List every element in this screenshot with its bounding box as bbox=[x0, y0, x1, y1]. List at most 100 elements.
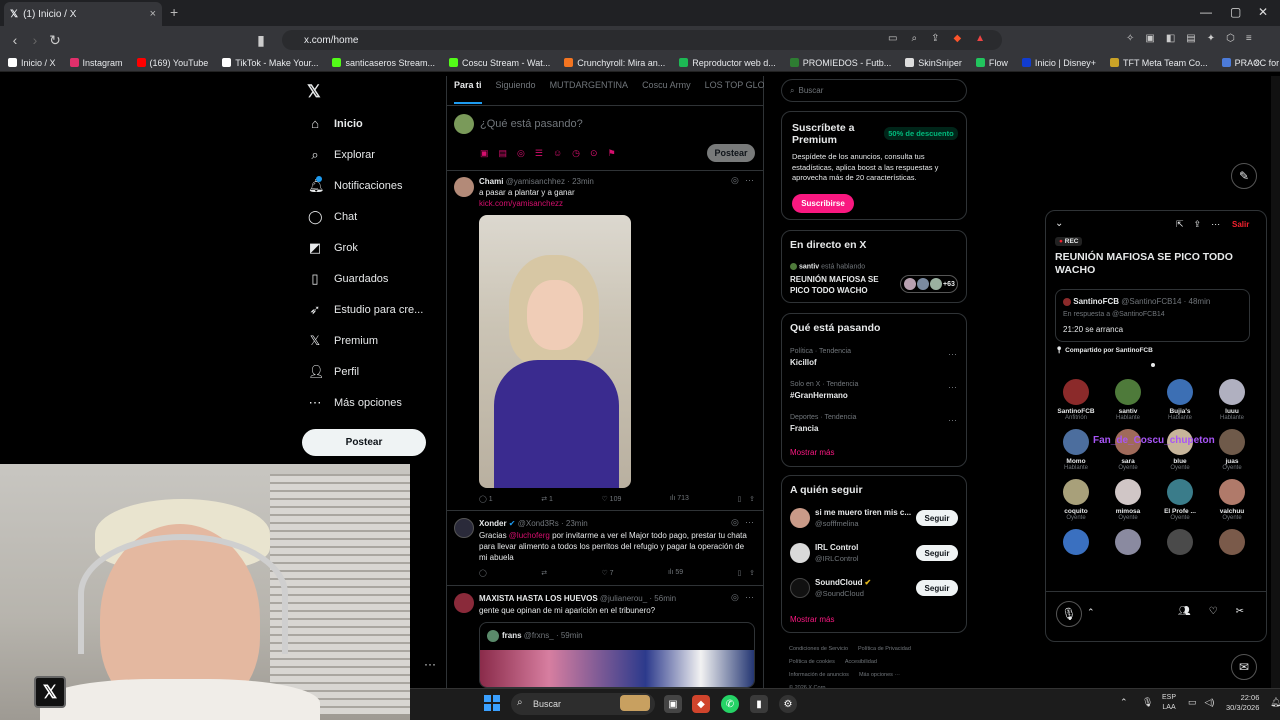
cast-icon[interactable]: ▭ bbox=[888, 33, 897, 44]
account-more-icon[interactable]: ··· bbox=[424, 657, 436, 671]
menu-icon[interactable]: ≡ bbox=[1246, 33, 1252, 44]
mic-icon[interactable]: 🎙︎ bbox=[1056, 601, 1082, 627]
nav-item-grok[interactable]: ◩ Grok bbox=[308, 240, 358, 256]
bookmark-item[interactable]: Reproductor web d... bbox=[679, 58, 776, 68]
language-indicator[interactable]: ESP LAA bbox=[1162, 693, 1176, 713]
tweet-author[interactable]: Xonder bbox=[479, 519, 507, 528]
emoji-icon[interactable]: ☺ bbox=[553, 148, 562, 159]
grok-icon[interactable]: ◎ bbox=[731, 517, 739, 528]
tweet-avatar[interactable] bbox=[454, 593, 474, 613]
tweet-author[interactable]: Chami bbox=[479, 177, 503, 186]
schedule-icon[interactable]: ◷ bbox=[572, 148, 580, 159]
footer-link[interactable]: Información de anuncios bbox=[789, 669, 849, 682]
space-participant[interactable]: SantinoFCB Anfitrión bbox=[1054, 379, 1098, 421]
follow-show-more[interactable]: Mostrar más bbox=[790, 615, 834, 624]
bookmark-item[interactable]: PROMIEDOS - Futb... bbox=[789, 58, 891, 68]
bookmark-item[interactable]: Instagram bbox=[69, 58, 123, 68]
location-icon[interactable]: ⊙ bbox=[590, 148, 598, 159]
bookmark-item[interactable]: Coscu Stream - Wat... bbox=[449, 58, 550, 68]
tab-los-top-global[interactable]: LOS TOP GLOBAL bbox=[705, 80, 764, 104]
tweet-more-icon[interactable]: ⋯ bbox=[745, 517, 754, 528]
tools-icon[interactable]: ✂ bbox=[1236, 606, 1244, 617]
collapse-icon[interactable]: ⌄ bbox=[1055, 218, 1063, 229]
space-participant[interactable] bbox=[1054, 529, 1098, 558]
expand-icon[interactable]: ⌃ bbox=[1087, 607, 1095, 618]
repost-icon[interactable]: ⇄ bbox=[541, 569, 547, 577]
clock[interactable]: 22:06 30/3/2026 bbox=[1226, 693, 1259, 713]
bookmark-item[interactable]: santicaseros Stream... bbox=[332, 58, 435, 68]
space-participant[interactable] bbox=[1106, 529, 1150, 558]
repost-icon[interactable]: ⇄ 1 bbox=[541, 495, 553, 503]
tweet-avatar[interactable] bbox=[454, 177, 474, 197]
bookmark-item[interactable]: Flow bbox=[975, 58, 1008, 68]
bookmark-icon[interactable]: ▯ bbox=[737, 570, 741, 577]
trend-more-icon[interactable]: ⋯ bbox=[948, 349, 957, 360]
x-logo-icon[interactable]: 𝕏 bbox=[307, 82, 321, 102]
extensions-icon[interactable]: ✧ bbox=[1126, 33, 1134, 44]
my-avatar[interactable] bbox=[454, 114, 474, 134]
bookmark-item[interactable]: TFT Meta Team Co... bbox=[1109, 58, 1208, 68]
space-participant[interactable] bbox=[1210, 529, 1254, 558]
wallet-icon[interactable]: ▤ bbox=[1186, 33, 1195, 44]
browser-tab[interactable]: 𝕏 (1) Inicio / X × bbox=[4, 2, 162, 26]
tweet-more-icon[interactable]: ⋯ bbox=[745, 592, 754, 603]
nav-item-guardados[interactable]: ▯ Guardados bbox=[308, 271, 388, 287]
tweet-more-icon[interactable]: ⋯ bbox=[745, 175, 754, 186]
space-participant[interactable]: juas Oyente bbox=[1210, 429, 1254, 471]
views-icon[interactable]: ılı 59 bbox=[668, 569, 683, 577]
page-scrollbar[interactable] bbox=[1271, 76, 1280, 688]
tab-search-icon[interactable]: ▣ bbox=[1145, 33, 1154, 44]
tab-siguiendo[interactable]: Siguiendo bbox=[496, 80, 536, 104]
pinned-post[interactable]: SantinoFCB @SantinoFCB14 · 48min En resp… bbox=[1055, 289, 1250, 342]
trending-show-more[interactable]: Mostrar más bbox=[790, 448, 834, 457]
tray-mic-icon[interactable]: 🎙︎ bbox=[1142, 697, 1153, 708]
bookmark-icon[interactable]: ▯ bbox=[737, 496, 741, 503]
reply-icon[interactable]: ◯ bbox=[479, 569, 487, 577]
space-participant[interactable]: El Profe ... Oyente bbox=[1158, 479, 1202, 521]
windows-start-icon[interactable] bbox=[484, 695, 500, 711]
post-button[interactable]: Postear bbox=[302, 429, 426, 456]
like-icon[interactable]: ♡ 109 bbox=[601, 495, 621, 503]
poll-icon[interactable]: ☰ bbox=[535, 148, 543, 159]
views-icon[interactable]: ılı 713 bbox=[670, 495, 689, 503]
nav-item-notificaciones[interactable]: 🔔︎ Notificaciones bbox=[308, 176, 402, 194]
brave-shield-icon[interactable]: ◆ bbox=[953, 33, 961, 44]
settings-icon[interactable]: ⚙ bbox=[779, 695, 797, 713]
follow-button[interactable]: Seguir bbox=[916, 510, 958, 526]
compose-fab-icon[interactable]: ✎ bbox=[1231, 163, 1257, 189]
bookmark-item[interactable]: SkinSniper bbox=[905, 58, 962, 68]
grok-icon[interactable]: ◎ bbox=[731, 592, 739, 603]
bookmark-item[interactable]: Inicio / X bbox=[8, 58, 56, 68]
trend-more-icon[interactable]: ⋯ bbox=[948, 382, 957, 393]
trend-topic[interactable]: Kicillof bbox=[790, 358, 817, 367]
follow-avatar[interactable] bbox=[790, 578, 810, 598]
search-input[interactable]: ⌕ Buscar bbox=[781, 79, 967, 102]
grok-icon[interactable]: ◎ bbox=[731, 175, 739, 186]
nav-item-premium[interactable]: 𝕏 Premium bbox=[308, 333, 378, 349]
follow-avatar[interactable] bbox=[790, 543, 810, 563]
footer-link[interactable]: Condiciones de Servicio bbox=[789, 643, 848, 656]
tab-close-icon[interactable]: × bbox=[150, 8, 156, 20]
trend-topic[interactable]: #GranHermano bbox=[790, 391, 848, 400]
brave-rewards-icon[interactable]: ▲ bbox=[975, 33, 985, 44]
new-tab-button[interactable]: + bbox=[170, 4, 178, 20]
bookmarks-overflow-icon[interactable]: » bbox=[1254, 57, 1260, 68]
close-window-button[interactable]: ✕ bbox=[1258, 5, 1268, 19]
nav-item-chat[interactable]: ◯ Chat bbox=[308, 209, 357, 225]
trend-topic[interactable]: Francia bbox=[790, 424, 818, 433]
bookmark-item[interactable]: TikTok - Make Your... bbox=[222, 58, 318, 68]
people-icon[interactable]: 👥︎ bbox=[1178, 606, 1191, 617]
tray-expand-icon[interactable]: ⌃ bbox=[1120, 697, 1128, 708]
mention-link[interactable]: @luchoferg bbox=[509, 531, 550, 540]
app-icon[interactable]: ▮ bbox=[750, 695, 768, 713]
bookmark-item[interactable]: (169) YouTube bbox=[136, 58, 208, 68]
reply-icon[interactable]: ◯ 1 bbox=[479, 495, 493, 503]
nav-item-explorar[interactable]: ⌕ Explorar bbox=[308, 147, 375, 163]
share-space-icon[interactable]: ⇪ bbox=[1194, 219, 1202, 230]
react-icon[interactable]: ♡ bbox=[1209, 606, 1218, 617]
footer-link[interactable]: Política de cookies bbox=[789, 656, 835, 669]
composer-input[interactable]: ¿Qué está pasando? bbox=[480, 118, 583, 130]
minimize-button[interactable]: — bbox=[1200, 5, 1212, 19]
task-view-icon[interactable]: ▣ bbox=[664, 695, 682, 713]
footer-link[interactable]: Más opciones ··· bbox=[859, 669, 900, 682]
